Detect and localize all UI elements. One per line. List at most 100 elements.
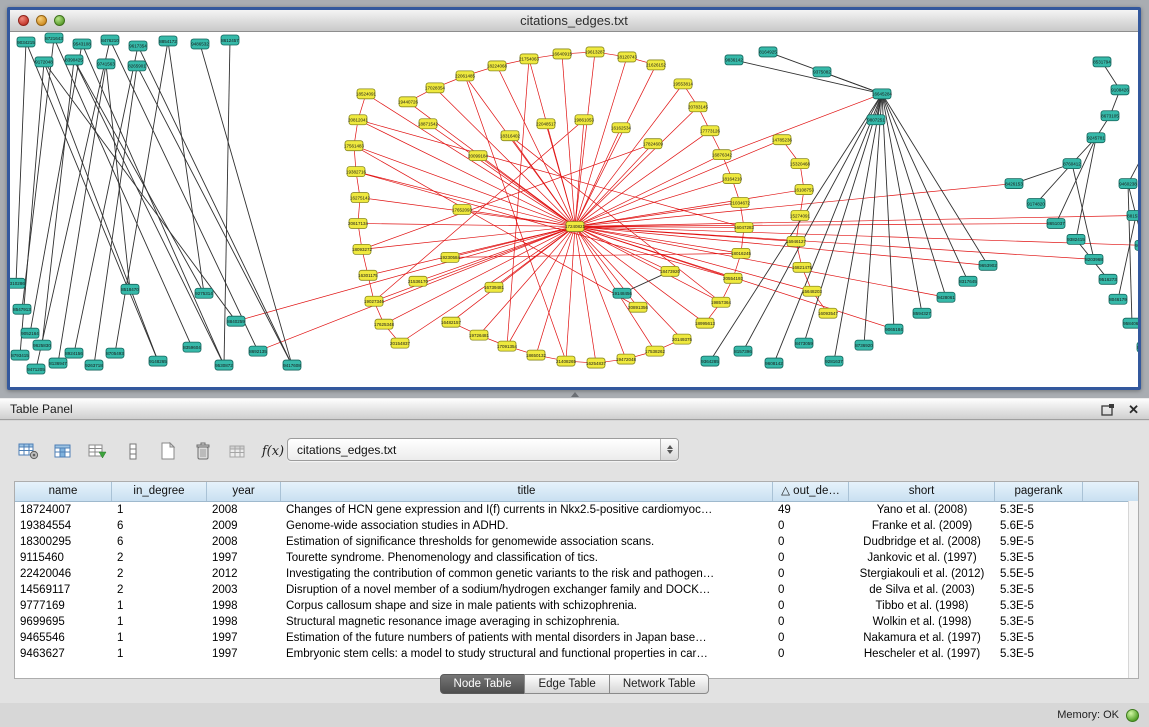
graph-edge[interactable] <box>450 226 575 257</box>
graph-node[interactable]: 8046179 <box>1109 294 1127 304</box>
graph-edge[interactable] <box>110 40 258 351</box>
graph-edge[interactable] <box>356 172 575 227</box>
graph-node[interactable]: 8793415 <box>11 350 29 360</box>
graph-node[interactable]: 20149375 <box>672 334 692 344</box>
graph-node[interactable]: 9471205 <box>27 364 45 374</box>
column-header-pagerank[interactable]: pagerank <box>995 482 1083 501</box>
cell-pagerank[interactable]: 5.3E-5 <box>995 614 1083 630</box>
graph-node[interactable]: 16876342 <box>712 150 732 160</box>
graph-edge[interactable] <box>54 38 192 347</box>
graph-node[interactable]: 9617354 <box>129 41 147 51</box>
graph-node[interactable]: 8473059 <box>795 338 813 348</box>
cell-pagerank[interactable]: 5.3E-5 <box>995 582 1083 598</box>
graph-node[interactable]: 19857364 <box>711 297 731 307</box>
function-builder-button[interactable]: f(x) <box>261 440 285 462</box>
cell-name[interactable]: 18724007 <box>15 502 112 518</box>
table-row[interactable]: 1830029562008Estimation of significance … <box>15 534 1138 550</box>
tab-node-table[interactable]: Node Table <box>440 674 526 694</box>
graph-node[interactable]: 15274091 <box>790 210 810 220</box>
graph-edge[interactable] <box>575 226 796 241</box>
column-header-short[interactable]: short <box>849 482 995 501</box>
cell-out_degree[interactable]: 0 <box>773 614 849 630</box>
cell-short[interactable]: Nakamura et al. (1997) <box>849 630 995 646</box>
cell-name[interactable]: 19384554 <box>15 518 112 534</box>
cell-title[interactable]: Genome-wide association studies in ADHD. <box>281 518 773 534</box>
graph-node[interactable]: 22061485 <box>455 71 475 81</box>
graph-node[interactable]: 9653902 <box>979 260 997 270</box>
graph-node[interactable]: 8157396 <box>734 346 752 356</box>
graph-node[interactable]: 9460238 <box>1119 179 1137 189</box>
rows-button[interactable] <box>121 440 145 462</box>
cell-out_degree[interactable]: 0 <box>773 646 849 662</box>
new-file-button[interactable] <box>156 440 180 462</box>
graph-node[interactable]: 9375082 <box>813 67 831 77</box>
graph-edge[interactable] <box>16 42 26 283</box>
graph-node[interactable]: 9263718 <box>85 360 103 370</box>
graph-edge[interactable] <box>358 223 575 226</box>
graph-node[interactable]: 9364285 <box>701 356 719 366</box>
graph-node[interactable]: 9148265 <box>149 356 167 366</box>
graph-edge[interactable] <box>734 60 882 94</box>
cell-out_degree[interactable]: 0 <box>773 550 849 566</box>
network-window-titlebar[interactable]: citations_edges.txt <box>10 10 1138 32</box>
graph-node[interactable]: 16301175 <box>358 270 378 280</box>
cell-name[interactable]: 18300295 <box>15 534 112 550</box>
graph-node[interactable]: 8692135 <box>249 346 267 356</box>
graph-node[interactable]: 17028354 <box>425 83 445 93</box>
graph-node[interactable]: 16640915 <box>552 49 572 59</box>
graph-edge[interactable] <box>1072 164 1094 260</box>
graph-node[interactable]: 8136947 <box>49 358 67 368</box>
graph-node[interactable]: 21754063 <box>519 54 539 64</box>
graph-node[interactable]: 9807251 <box>867 115 885 125</box>
graph-node[interactable]: 20783145 <box>688 102 708 112</box>
cell-in_degree[interactable]: 1 <box>112 598 207 614</box>
graph-node[interactable]: 19148456 <box>612 288 632 298</box>
close-window-button[interactable] <box>18 15 29 26</box>
column-header-year[interactable]: year <box>207 482 281 501</box>
graph-node[interactable]: 18120743 <box>617 52 637 62</box>
graph-node[interactable]: 9281637 <box>825 356 843 366</box>
cell-in_degree[interactable]: 1 <box>112 646 207 662</box>
graph-node[interactable]: 8760412 <box>1063 159 1081 169</box>
network-canvas[interactable]: 1724082118524091208120411756148319382716… <box>10 32 1138 387</box>
graph-node[interactable]: 9174820 <box>1027 199 1045 209</box>
graph-node[interactable]: 20554193 <box>723 273 743 283</box>
graph-edge[interactable] <box>510 136 721 303</box>
graph-node[interactable]: 8317645 <box>959 276 977 286</box>
graph-node[interactable]: 16093547 <box>818 308 838 318</box>
table-row[interactable]: 1456911722003Disruption of a novel membe… <box>15 582 1138 598</box>
graph-edge[interactable] <box>575 226 988 265</box>
graph-node[interactable]: 20812041 <box>348 115 368 125</box>
column-header-in_degree[interactable]: in_degree <box>112 482 207 501</box>
graph-node[interactable]: 9486532 <box>191 39 209 49</box>
graph-edge[interactable] <box>384 226 575 324</box>
cell-pagerank[interactable]: 5.3E-5 <box>995 502 1083 518</box>
graph-edge[interactable] <box>834 94 882 361</box>
graph-node[interactable]: 9625830 <box>33 340 51 350</box>
graph-node[interactable]: 16645284 <box>872 89 892 99</box>
cell-in_degree[interactable]: 2 <box>112 582 207 598</box>
graph-node[interactable]: 18995613 <box>695 318 715 328</box>
graph-edge[interactable] <box>1118 215 1136 299</box>
graph-node[interactable]: 8840259 <box>227 316 245 326</box>
graph-edge[interactable] <box>82 44 224 365</box>
graph-node[interactable]: 14785236 <box>772 135 792 145</box>
cell-title[interactable]: Estimation of the future numbers of pati… <box>281 630 773 646</box>
import-table-button[interactable] <box>226 440 250 462</box>
cell-name[interactable]: 9699695 <box>15 614 112 630</box>
graph-edge[interactable] <box>1128 184 1132 324</box>
graph-node[interactable]: 9327851 <box>1135 240 1138 250</box>
table-row[interactable]: 977716911998Corpus callosum shape and si… <box>15 598 1138 614</box>
cell-out_degree[interactable]: 0 <box>773 582 849 598</box>
graph-node[interactable]: 15648203 <box>802 286 822 296</box>
graph-node[interactable]: 20891356 <box>628 302 648 312</box>
graph-node[interactable]: 8390425 <box>65 55 83 65</box>
delete-table-button[interactable] <box>191 440 215 462</box>
cell-in_degree[interactable]: 6 <box>112 518 207 534</box>
cell-pagerank[interactable]: 5.3E-5 <box>995 646 1083 662</box>
table-row[interactable]: 911546021997Tourette syndrome. Phenomeno… <box>15 550 1138 566</box>
graph-node[interactable]: 9065184 <box>885 324 903 334</box>
graph-node[interactable]: 8518470 <box>121 284 139 294</box>
cell-out_degree[interactable]: 0 <box>773 630 849 646</box>
graph-edge[interactable] <box>44 62 236 321</box>
